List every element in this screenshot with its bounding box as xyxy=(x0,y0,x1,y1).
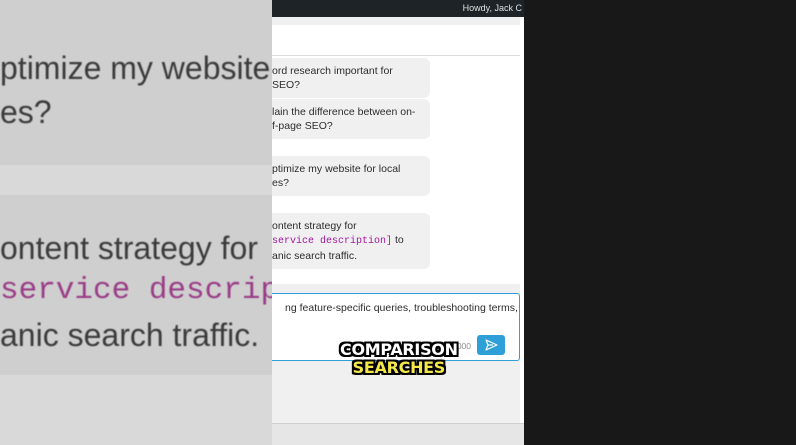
prompt-code-tail: to xyxy=(392,234,404,246)
prompt-line: ontent strategy for xyxy=(272,220,357,232)
background-text: ontent strategy for xyxy=(0,230,258,266)
background-text: anic search traffic. xyxy=(0,317,260,353)
suggested-prompt[interactable]: ord research important for SEO? xyxy=(272,58,430,98)
send-icon xyxy=(484,339,498,351)
prompt-line: ord research important for SEO? xyxy=(272,65,393,91)
message-input-text[interactable]: ng feature-specific queries, troubleshoo… xyxy=(285,302,518,314)
background-text: es? xyxy=(0,94,52,130)
video-caption: COMPARISON SEARCHES xyxy=(340,341,458,377)
prompt-line: lain the difference between on- xyxy=(272,106,416,118)
background-zoom-left: ptimize my website es? ontent strategy f… xyxy=(0,0,272,445)
screen-crop: Howdy, Jack C ord research important for… xyxy=(272,0,524,445)
prompt-line: ptimize my website for local xyxy=(272,163,401,175)
prompt-line: service description] to xyxy=(272,233,422,249)
suggested-prompt[interactable]: lain the difference between on- f-page S… xyxy=(272,99,430,139)
admin-bar: Howdy, Jack C xyxy=(272,0,524,17)
prompt-line: anic search traffic. xyxy=(272,250,358,262)
prompt-line: es? xyxy=(272,177,289,189)
prompt-code: service description] xyxy=(272,236,393,247)
prompt-line: f-page SEO? xyxy=(272,120,333,132)
caption-line-highlight: SEARCHES xyxy=(352,358,446,377)
suggested-prompt[interactable]: ptimize my website for local es? xyxy=(272,156,430,196)
chat-panel-header xyxy=(272,25,520,56)
suggested-prompt[interactable]: ontent strategy for service description]… xyxy=(272,213,430,269)
chat-panel: ord research important for SEO? lain the… xyxy=(272,17,520,445)
bottom-strip xyxy=(272,423,524,445)
send-button[interactable] xyxy=(477,335,505,355)
admin-greeting[interactable]: Howdy, Jack C xyxy=(463,3,522,13)
background-text: ptimize my website xyxy=(0,50,271,86)
caption-line: COMPARISON xyxy=(340,340,458,359)
chat-messages: ord research important for SEO? lain the… xyxy=(272,56,520,284)
background-dark-right xyxy=(524,0,796,445)
background-code-text: service descrip xyxy=(0,273,272,308)
